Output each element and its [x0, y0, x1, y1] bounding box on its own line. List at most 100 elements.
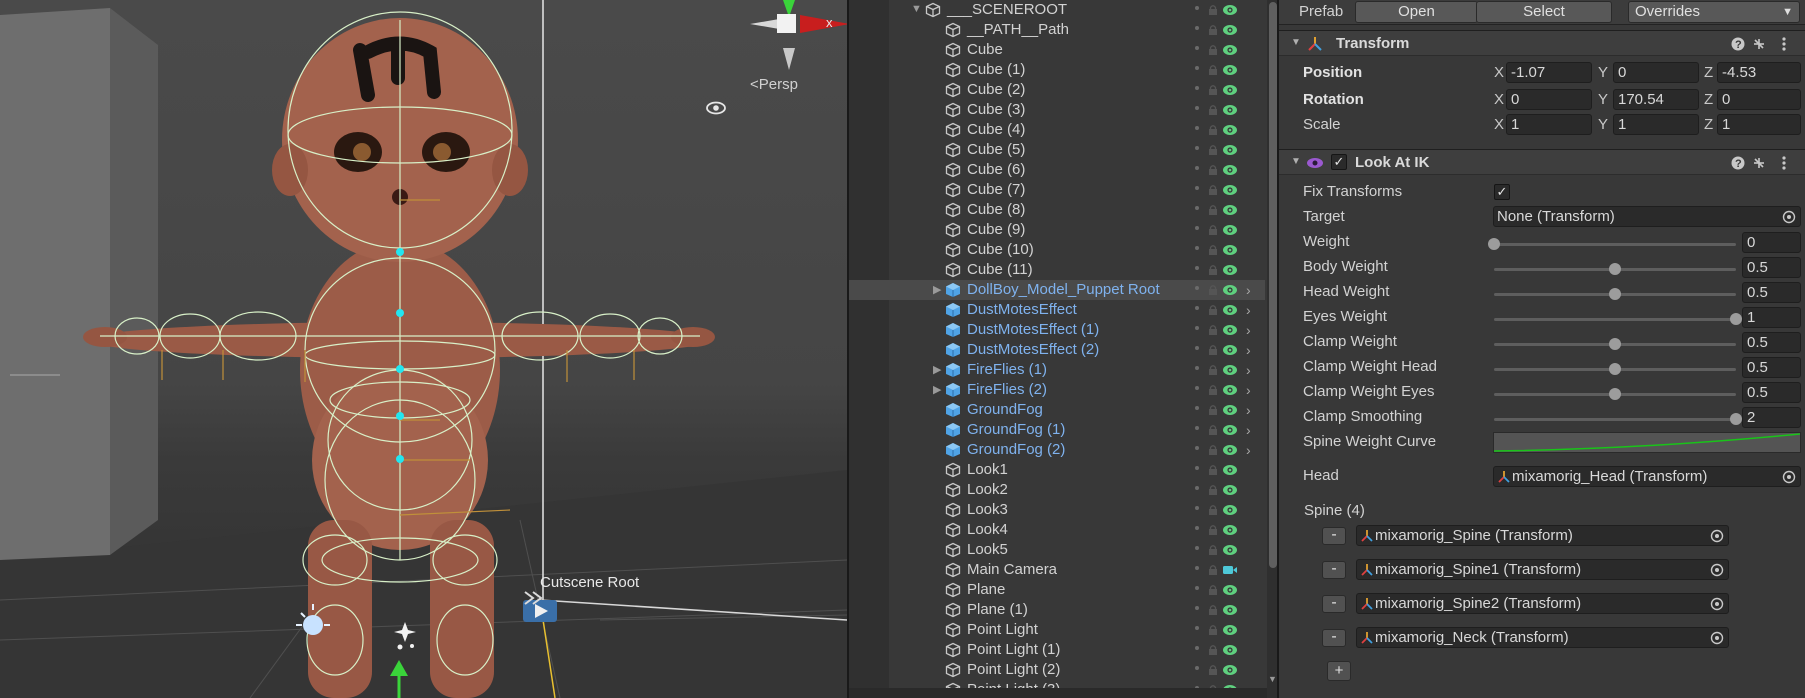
visibility-eye-icon[interactable] [1222, 23, 1238, 37]
pick-dot-icon[interactable] [1195, 226, 1199, 230]
pick-dot-icon[interactable] [1195, 286, 1199, 290]
head-field[interactable]: mixamorig_Head (Transform) [1493, 466, 1801, 487]
lock-icon[interactable] [1207, 424, 1219, 436]
scale-x-field[interactable]: 1 [1506, 114, 1592, 135]
visibility-eye-icon[interactable] [1222, 303, 1238, 317]
collapsed-arrow-icon[interactable]: ▶ [933, 283, 945, 297]
slider-handle[interactable] [1730, 413, 1742, 425]
lock-icon[interactable] [1207, 244, 1219, 256]
visibility-eye-icon[interactable] [1222, 143, 1238, 157]
pick-dot-icon[interactable] [1195, 486, 1199, 490]
prefab-open-chevron-icon[interactable]: › [1246, 442, 1251, 458]
hierarchy-item[interactable]: ▶ FireFlies (1) › [849, 360, 1265, 380]
collapsed-arrow-icon[interactable]: ▶ [933, 383, 945, 397]
visibility-eye-icon[interactable] [1222, 283, 1238, 297]
visibility-eye-icon[interactable] [1222, 83, 1238, 97]
slider-handle[interactable] [1609, 338, 1621, 350]
lock-icon[interactable] [1207, 184, 1219, 196]
slider-handle[interactable] [1609, 288, 1621, 300]
hierarchy-item[interactable]: Look1 [849, 460, 1265, 480]
object-picker-icon[interactable] [1710, 529, 1724, 543]
lock-icon[interactable] [1207, 664, 1219, 676]
lock-icon[interactable] [1207, 344, 1219, 356]
lock-icon[interactable] [1207, 4, 1219, 16]
slider-value-field[interactable]: 0 [1742, 232, 1801, 253]
prefab-open-chevron-icon[interactable]: › [1246, 382, 1251, 398]
slider-track[interactable] [1494, 263, 1736, 275]
position-x-axis-label[interactable]: X [1494, 64, 1504, 81]
prefab-open-chevron-icon[interactable]: › [1246, 362, 1251, 378]
hierarchy-item[interactable]: ▼ ___SCENEROOT [849, 0, 1265, 20]
lock-icon[interactable] [1207, 324, 1219, 336]
slider-value-field[interactable]: 0.5 [1742, 357, 1801, 378]
rotation-z-axis-label[interactable]: Z [1704, 91, 1713, 108]
foldout-arrow-icon[interactable]: ▼ [1291, 156, 1301, 167]
pick-dot-icon[interactable] [1195, 526, 1199, 530]
lock-icon[interactable] [1207, 404, 1219, 416]
pick-dot-icon[interactable] [1195, 606, 1199, 610]
collapsed-arrow-icon[interactable]: ▶ [933, 363, 945, 377]
lock-icon[interactable] [1207, 604, 1219, 616]
position-z-field[interactable]: -4.53 [1717, 62, 1801, 83]
pick-dot-icon[interactable] [1195, 406, 1199, 410]
visibility-eye-icon[interactable] [1222, 363, 1238, 377]
slider-value-field[interactable]: 0.5 [1742, 332, 1801, 353]
scale-x-axis-label[interactable]: X [1494, 116, 1504, 133]
lock-icon[interactable] [1207, 224, 1219, 236]
hierarchy-item[interactable]: Cube (2) [849, 80, 1265, 100]
hierarchy-item[interactable]: Look5 [849, 540, 1265, 560]
visibility-eye-icon[interactable] [1222, 543, 1238, 557]
hierarchy-item[interactable]: Point Light [849, 620, 1265, 640]
visibility-eye-icon[interactable] [1222, 583, 1238, 597]
pick-dot-icon[interactable] [1195, 306, 1199, 310]
visibility-eye-icon[interactable] [706, 101, 726, 115]
pick-dot-icon[interactable] [1195, 46, 1199, 50]
scale-z-field[interactable]: 1 [1717, 114, 1801, 135]
hierarchy-item[interactable]: DustMotesEffect (2) › [849, 340, 1265, 360]
hierarchy-item[interactable]: ▶ DollBoy_Model_Puppet Root › [849, 280, 1265, 300]
visibility-eye-icon[interactable] [1222, 463, 1238, 477]
rotation-y-axis-label[interactable]: Y [1598, 91, 1608, 108]
position-y-axis-label[interactable]: Y [1598, 64, 1608, 81]
object-picker-icon[interactable] [1782, 470, 1796, 484]
prefab-open-chevron-icon[interactable]: › [1246, 422, 1251, 438]
remove-spine-button[interactable]: - [1322, 527, 1346, 545]
position-y-field[interactable]: 0 [1613, 62, 1699, 83]
lock-icon[interactable] [1207, 464, 1219, 476]
pick-dot-icon[interactable] [1195, 586, 1199, 590]
foldout-arrow-icon[interactable]: ▼ [1291, 37, 1301, 48]
hierarchy-item[interactable]: Point Light (1) [849, 640, 1265, 660]
lock-icon[interactable] [1207, 44, 1219, 56]
pick-dot-icon[interactable] [1195, 146, 1199, 150]
pick-dot-icon[interactable] [1195, 326, 1199, 330]
visibility-eye-icon[interactable] [1222, 323, 1238, 337]
slider-handle[interactable] [1609, 363, 1621, 375]
hierarchy-item[interactable]: Plane [849, 580, 1265, 600]
position-z-axis-label[interactable]: Z [1704, 64, 1713, 81]
spine-object-field[interactable]: mixamorig_Spine1 (Transform) [1356, 559, 1729, 580]
lock-icon[interactable] [1207, 304, 1219, 316]
lock-icon[interactable] [1207, 644, 1219, 656]
pick-dot-icon[interactable] [1195, 346, 1199, 350]
hierarchy-scrollbar[interactable]: ▼ [1267, 0, 1277, 698]
visibility-eye-icon[interactable] [1222, 503, 1238, 517]
lock-icon[interactable] [1207, 384, 1219, 396]
rotation-x-field[interactable]: 0 [1506, 89, 1592, 110]
camera-icon[interactable] [1222, 563, 1238, 577]
pick-dot-icon[interactable] [1195, 66, 1199, 70]
slider-track[interactable] [1494, 388, 1736, 400]
prefab-open-chevron-icon[interactable]: › [1246, 302, 1251, 318]
lock-icon[interactable] [1207, 564, 1219, 576]
lock-icon[interactable] [1207, 444, 1219, 456]
pick-dot-icon[interactable] [1195, 246, 1199, 250]
spine-object-field[interactable]: mixamorig_Neck (Transform) [1356, 627, 1729, 648]
lock-icon[interactable] [1207, 284, 1219, 296]
scene-canvas[interactable]: x [0, 0, 847, 698]
object-picker-icon[interactable] [1710, 563, 1724, 577]
hierarchy-item[interactable]: Cube (11) [849, 260, 1265, 280]
hierarchy-item[interactable]: __PATH__Path [849, 20, 1265, 40]
visibility-eye-icon[interactable] [1222, 483, 1238, 497]
hierarchy-item[interactable]: Plane (1) [849, 600, 1265, 620]
slider-track[interactable] [1488, 238, 1736, 250]
slider-track[interactable] [1494, 363, 1736, 375]
